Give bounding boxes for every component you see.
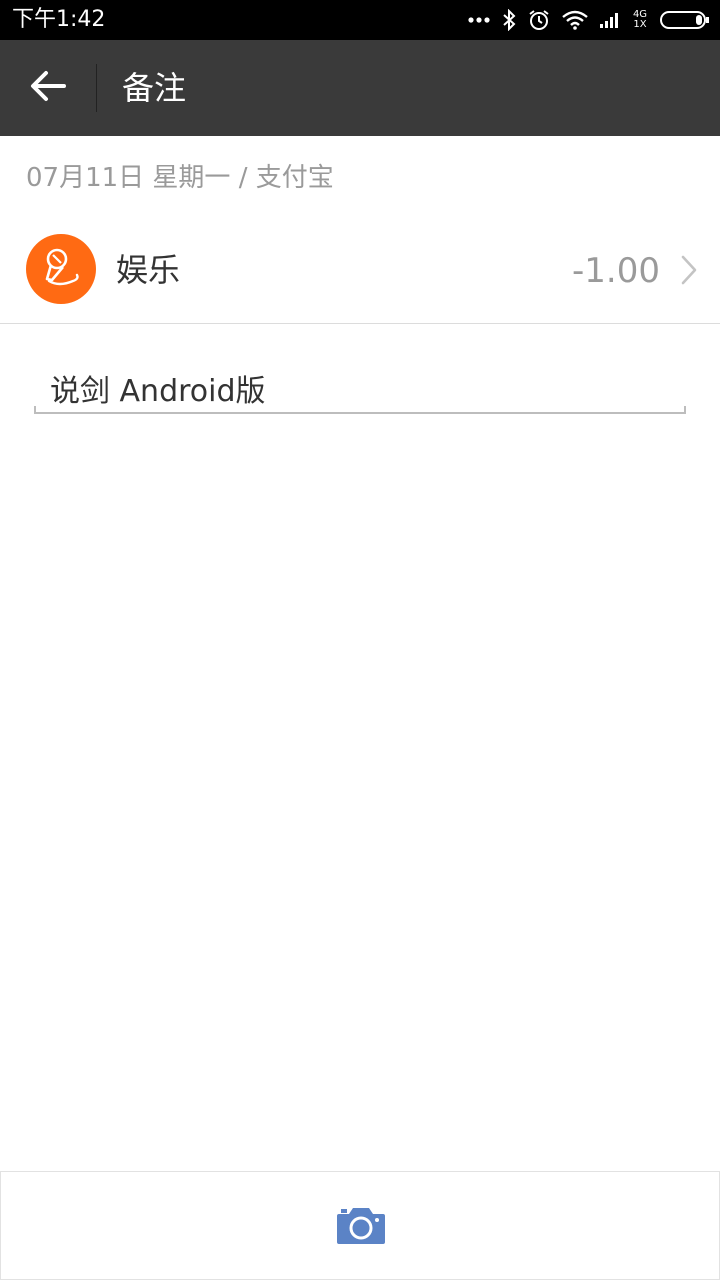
wifi-icon (562, 10, 588, 30)
network-type-bottom: 1X (633, 19, 647, 30)
status-bar: 下午1:42 4G 1X (0, 0, 720, 40)
note-input[interactable] (34, 364, 686, 412)
status-time: 下午1:42 (12, 7, 106, 32)
note-underline (34, 412, 686, 414)
microphone-icon (39, 245, 83, 293)
page-title: 备注 (122, 69, 187, 107)
app-header: 备注 (0, 40, 720, 136)
note-underline-left-tick (34, 406, 36, 414)
record-amount: -1.00 (572, 251, 660, 291)
category-name: 娱乐 (116, 251, 181, 289)
header-divider (96, 64, 97, 112)
bottom-bar (0, 1171, 720, 1280)
chevron-right-icon (680, 254, 698, 290)
category-row[interactable]: 娱乐 -1.00 (0, 220, 720, 324)
note-field-wrap (34, 364, 686, 416)
note-underline-right-tick (684, 406, 686, 414)
category-icon-badge (26, 234, 96, 304)
camera-button[interactable] (335, 1206, 387, 1246)
battery-icon (660, 10, 710, 30)
signal-icon (600, 11, 620, 29)
status-icons: 4G 1X (468, 7, 710, 33)
alarm-icon (528, 9, 550, 31)
bluetooth-icon (502, 9, 516, 31)
arrow-left-icon (30, 70, 66, 106)
back-button[interactable] (20, 62, 76, 114)
record-date-account: 07月11日 星期一 / 支付宝 (26, 163, 334, 193)
network-type: 4G 1X (632, 10, 648, 30)
camera-icon (335, 1208, 387, 1250)
more-dots-icon (468, 17, 490, 23)
